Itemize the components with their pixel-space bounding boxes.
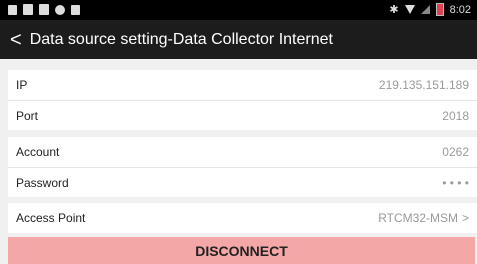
clock: 8:02 — [449, 3, 471, 16]
notification-icons — [8, 4, 80, 15]
circle-icon — [55, 4, 65, 15]
access-point-row[interactable]: Access Point RTCM32-MSM > — [8, 203, 477, 233]
access-point-value: RTCM32-MSM — [378, 211, 458, 225]
battery-icon — [435, 3, 444, 16]
access-point-section: Access Point RTCM32-MSM > — [8, 203, 477, 233]
sim-icon — [8, 4, 17, 15]
app-header: < Data source setting-Data Collector Int… — [0, 20, 477, 59]
lock-icon — [71, 4, 80, 15]
account-value: 0262 — [442, 145, 469, 159]
port-value: 2018 — [442, 108, 469, 123]
port-label: Port — [16, 108, 39, 123]
ip-label: IP — [16, 78, 28, 92]
account-row[interactable]: Account 0262 — [8, 137, 477, 167]
bluetooth-icon: ✱ — [389, 4, 399, 16]
password-label: Password — [16, 175, 69, 190]
password-value: • • • • — [442, 175, 469, 190]
wifi-icon — [404, 5, 415, 14]
password-row[interactable]: Password • • • • — [8, 167, 477, 197]
chevron-right-icon: > — [461, 211, 469, 225]
signal-icon — [420, 5, 430, 14]
ip-row[interactable]: IP 219.135.151.189 — [8, 70, 477, 100]
account-label: Account — [16, 145, 60, 159]
access-point-value-wrap: RTCM32-MSM > — [378, 211, 477, 225]
back-icon[interactable]: < — [10, 30, 22, 50]
port-row[interactable]: Port 2018 — [8, 100, 477, 130]
status-bar: ✱ 8:02 — [0, 0, 477, 20]
disconnect-button[interactable]: DISCONNECT — [8, 237, 475, 264]
ip-value: 219.135.151.189 — [378, 78, 469, 92]
image-icon — [23, 4, 33, 15]
access-point-label: Access Point — [16, 211, 86, 225]
network-section: IP 219.135.151.189 Port 2018 — [8, 70, 477, 130]
app-icon — [39, 4, 49, 15]
credentials-section: Account 0262 Password • • • • — [8, 137, 477, 197]
page-title: Data source setting-Data Collector Inter… — [29, 30, 333, 48]
system-icons: ✱ 8:02 — [389, 3, 471, 16]
